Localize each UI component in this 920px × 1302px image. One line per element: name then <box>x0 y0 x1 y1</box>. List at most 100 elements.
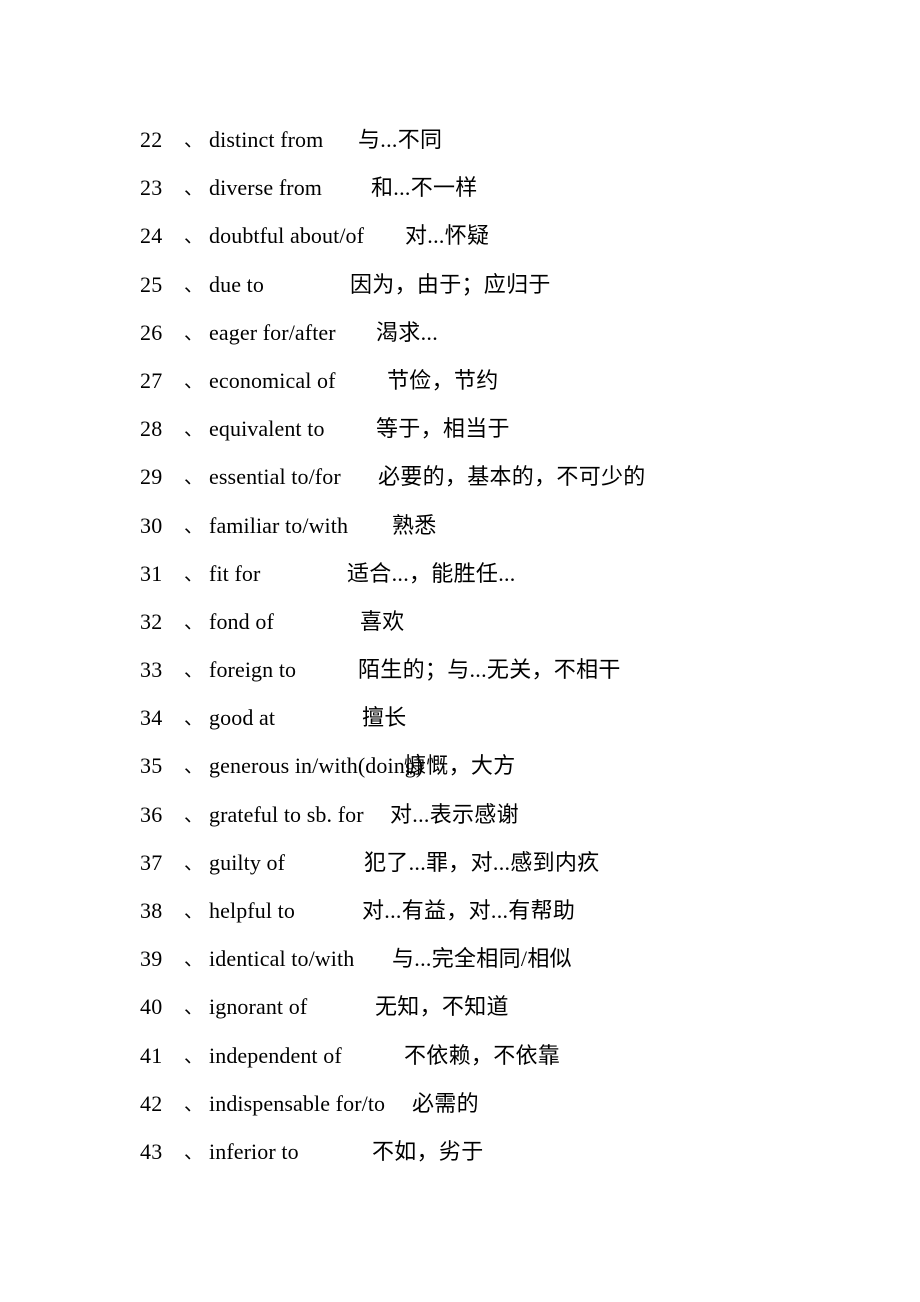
entry-english-term: independent of <box>209 1042 342 1068</box>
entry-index: 29 <box>140 464 163 490</box>
entry-english-term: guilty of <box>209 849 286 875</box>
entry-separator: 、 <box>184 515 204 537</box>
entry-chinese-gloss: 必需的 <box>412 1090 479 1116</box>
entry-chinese-gloss: 对...有益，对...有帮助 <box>362 898 576 923</box>
entry-chinese-gloss: 对...怀疑 <box>405 223 490 249</box>
entry-index: 33 <box>140 657 163 683</box>
entry-index: 41 <box>140 1042 163 1068</box>
entry-separator: 、 <box>184 226 204 248</box>
entry-chinese-gloss: 渴求... <box>376 319 439 345</box>
entry-chinese-gloss: 不如，劣于 <box>372 1138 484 1164</box>
entry-chinese-gloss: 因为，由于；应归于 <box>350 271 551 297</box>
entry-chinese-gloss: 陌生的；与...无关，不相干 <box>358 657 621 683</box>
entry-index: 23 <box>140 175 163 201</box>
entry-chinese-gloss: 无知，不知道 <box>375 994 509 1020</box>
entry-chinese-gloss: 等于，相当于 <box>376 416 510 442</box>
entry-index: 43 <box>140 1138 163 1164</box>
entry-english-term: inferior to <box>209 1138 299 1164</box>
vocabulary-entry: 24 、 doubtful about/of 对...怀疑 <box>0 212 920 260</box>
vocabulary-entry: 37 、 guilty of 犯了...罪，对...感到内疚 <box>0 839 920 887</box>
entry-chinese-gloss: 熟悉 <box>392 512 437 538</box>
vocabulary-entry: 34 、 good at 擅长 <box>0 694 920 742</box>
entry-english-term: good at <box>209 705 276 731</box>
vocabulary-entry: 25 、 due to 因为，由于；应归于 <box>0 261 920 309</box>
entry-separator: 、 <box>184 274 204 296</box>
entry-separator: 、 <box>184 708 204 730</box>
entry-separator: 、 <box>184 1045 204 1067</box>
entry-english-term: identical to/with <box>209 946 355 972</box>
entry-english-term: fit for <box>209 560 261 586</box>
entry-chinese-gloss: 对...表示感谢 <box>390 801 519 827</box>
entry-chinese-gloss: 不依赖，不依靠 <box>404 1042 561 1068</box>
entry-index: 42 <box>140 1090 163 1116</box>
entry-english-term: eager for/after <box>209 319 336 345</box>
entry-separator: 、 <box>184 756 204 778</box>
entry-english-term: ignorant of <box>209 994 308 1020</box>
vocabulary-entry: 23 、 diverse from 和...不一样 <box>0 164 920 212</box>
entry-index: 32 <box>140 608 163 634</box>
entry-english-term: fond of <box>209 608 274 634</box>
entry-separator: 、 <box>184 852 204 874</box>
entry-separator: 、 <box>184 997 204 1019</box>
entry-index: 22 <box>140 127 163 152</box>
vocabulary-entry: 36 、 grateful to sb. for 对...表示感谢 <box>0 791 920 839</box>
entry-separator: 、 <box>184 178 204 200</box>
entry-separator: 、 <box>184 1093 204 1115</box>
entry-index: 26 <box>140 319 163 345</box>
entry-index: 27 <box>140 367 163 393</box>
entry-index: 34 <box>140 705 163 731</box>
entry-english-term: essential to/for <box>209 464 341 490</box>
vocabulary-entry: 28 、 equivalent to 等于，相当于 <box>0 405 920 453</box>
entry-index: 37 <box>140 849 163 875</box>
entry-english-term: familiar to/with <box>209 512 349 538</box>
entry-chinese-gloss: 节俭，节约 <box>387 367 499 393</box>
vocabulary-entry: 40 、 ignorant of 无知，不知道 <box>0 983 920 1031</box>
entry-chinese-gloss: 慷慨，大方 <box>404 753 516 779</box>
entry-separator: 、 <box>184 419 204 441</box>
entry-separator: 、 <box>184 467 204 489</box>
vocabulary-entry: 41 、 independent of 不依赖，不依靠 <box>0 1032 920 1080</box>
entry-separator: 、 <box>184 901 204 922</box>
document-page: 22、 distinct from 与...不同 23、 diverse from 和..… <box>0 0 920 1302</box>
entry-english-term: indispensable for/to <box>209 1090 386 1116</box>
entry-chinese-gloss: 适合...，能胜任... <box>347 560 516 586</box>
vocabulary-entry: 42 、 indispensable for/to 必需的 <box>0 1080 920 1128</box>
entry-index: 36 <box>140 801 163 827</box>
entry-english-term: diverse from <box>209 175 323 201</box>
vocabulary-entry: 32 、 fond of 喜欢 <box>0 598 920 646</box>
vocabulary-entry: 39 、 identical to/with 与...完全相同/相似 <box>0 935 920 983</box>
entry-separator: 、 <box>184 804 204 826</box>
entry-separator: 、 <box>184 322 204 344</box>
entry-english-term: grateful to sb. for <box>209 801 364 827</box>
entry-chinese-gloss: 犯了...罪，对...感到内疚 <box>364 849 600 875</box>
vocabulary-entry: 31 、 fit for 适合...，能胜任... <box>0 550 920 598</box>
entry-index: 39 <box>140 946 163 972</box>
entry-english-term: foreign to <box>209 657 297 683</box>
entry-index: 40 <box>140 994 163 1020</box>
vocabulary-entry: 27 、 economical of 节俭，节约 <box>0 357 920 405</box>
entry-chinese-gloss: 喜欢 <box>360 608 405 634</box>
vocabulary-entry: 22 、 distinct from 与...不同 <box>0 116 920 164</box>
vocabulary-entry: 29 、 essential to/for 必要的，基本的，不可少的 <box>0 453 920 501</box>
entry-separator: 、 <box>184 1141 204 1163</box>
entry-separator: 、 <box>184 660 204 682</box>
entry-english-term: generous in/with(doing) <box>209 753 424 779</box>
vocabulary-entry: 43 、 inferior to 不如，劣于 <box>0 1128 920 1176</box>
entry-index: 25 <box>140 271 163 297</box>
vocabulary-entry: 30 、 familiar to/with 熟悉 <box>0 502 920 550</box>
entry-index: 31 <box>140 560 163 586</box>
entry-separator: 、 <box>184 949 204 971</box>
entry-english-term: doubtful about/of <box>209 223 365 249</box>
entry-separator: 、 <box>184 563 204 585</box>
entry-english-term: equivalent to <box>209 416 325 442</box>
entry-index: 30 <box>140 512 163 538</box>
entry-separator: 、 <box>184 370 204 392</box>
vocabulary-entry: 38 、 helpful to 对...有益，对...有帮助 <box>0 887 920 935</box>
entry-chinese-gloss: 和...不一样 <box>371 175 478 201</box>
entry-english-term: distinct from <box>209 127 324 152</box>
entry-english-term: helpful to <box>209 898 295 923</box>
entry-chinese-gloss: 必要的，基本的，不可少的 <box>378 464 646 490</box>
vocabulary-entry: 33 、 foreign to 陌生的；与...无关，不相干 <box>0 646 920 694</box>
entry-index: 28 <box>140 416 163 442</box>
vocabulary-entry-list: 22、 distinct from 与...不同 23、 diverse from 和..… <box>0 116 920 1176</box>
